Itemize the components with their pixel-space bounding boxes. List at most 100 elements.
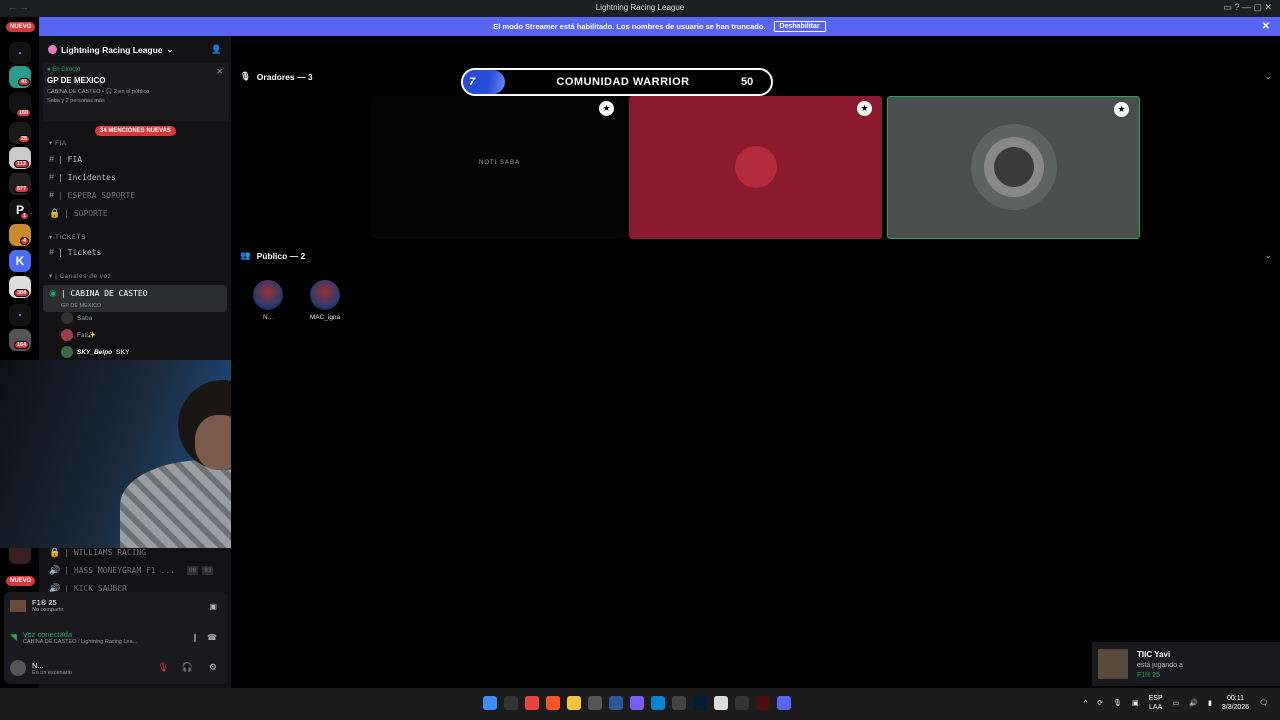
audience-header: 👥 Público — 2 [240, 250, 305, 261]
word-icon[interactable] [609, 696, 623, 710]
f1-icon[interactable] [756, 696, 770, 710]
app-icon[interactable] [672, 696, 686, 710]
category-fia[interactable]: ▾ FIA [49, 139, 67, 147]
avatar [310, 280, 340, 310]
channel-hass[interactable]: 🔊 | HASS MONEYGRAM F1 ... 00 03 [49, 565, 214, 576]
voice-user[interactable]: Saba [61, 312, 92, 324]
folder-icon[interactable]: ▪ [9, 42, 31, 64]
chevron-down-icon[interactable]: ⌄ [1264, 250, 1272, 261]
disable-streamer-button[interactable]: Deshabilitar [773, 21, 826, 32]
headset-icon[interactable]: 🎧 [182, 662, 193, 673]
voice-user[interactable]: SKY_Belpo SKY [61, 346, 129, 358]
explorer-icon[interactable] [567, 696, 581, 710]
audience-name: MAC_igna [309, 314, 341, 321]
language-indicator[interactable]: ESP LAA [1149, 694, 1163, 712]
server-badge: 164 [14, 341, 30, 349]
toast-user: TIIC Yavi [1137, 650, 1171, 659]
speaker-tile[interactable]: ★ [629, 96, 882, 239]
audience-member[interactable]: N... [248, 280, 288, 321]
channel-soporte[interactable]: 🔒 | SOPORTE [49, 208, 108, 219]
search-icon[interactable] [504, 696, 518, 710]
mic-icon[interactable]: 🎙 [1113, 699, 1122, 707]
hash-icon: # [49, 172, 55, 182]
moderator-icon: ★ [1114, 102, 1129, 117]
voice-user-name: SKY_Belpo [77, 348, 113, 356]
event-people: Saba y 2 personas más [47, 98, 105, 104]
clock-date: 3/3/2026 [1221, 704, 1250, 711]
server-badge: 577 [14, 185, 30, 193]
channel-label: | FIA [58, 154, 83, 164]
channel-cabina-de-casteo[interactable]: ◉ | CABINA DE CASTEO GP DE MEXICO [43, 285, 227, 312]
channel-espera-soporte[interactable]: # | ESPERA SOPORTE [49, 190, 135, 200]
brave-icon[interactable] [546, 696, 560, 710]
hash-icon: # [49, 247, 55, 257]
invite-icon[interactable]: 👤 [211, 44, 222, 55]
close-icon[interactable]: ✕ [216, 67, 223, 76]
start-icon[interactable] [483, 696, 497, 710]
volume-icon[interactable]: 🔊 [1189, 699, 1198, 707]
game-activity[interactable]: F1® 25 No compartir [10, 598, 63, 613]
hash-icon: # [49, 190, 55, 200]
sync-icon[interactable]: ⟳ [1097, 699, 1103, 707]
clock-time: 00:11 [1226, 695, 1244, 702]
voice-channel: CABINA DE CASTEO / Lightning Racing Lea.… [22, 639, 138, 645]
audience-member[interactable]: MAC_igna [305, 280, 345, 321]
channel-label: | CABINA DE CASTEO [60, 289, 148, 298]
mic-muted-icon[interactable]: 🎙 [158, 662, 169, 673]
guild-header[interactable]: Lightning Racing League ⌄ 👤 [39, 36, 231, 63]
display-icon[interactable]: ▭ [1173, 699, 1180, 707]
moderator-icon: ★ [857, 101, 872, 116]
moderator-icon: ★ [599, 101, 614, 116]
avatar [253, 280, 283, 310]
chevron-down-icon[interactable]: ⌄ [1264, 71, 1272, 82]
live-event-card[interactable]: ● En Directo GP DE MEXICO CABINA DE CAST… [43, 63, 229, 121]
channel-incidentes[interactable]: # | Incidentes [49, 172, 116, 182]
discord-icon[interactable] [777, 696, 791, 710]
category-label: FIA [55, 140, 67, 147]
activity-toast[interactable]: TIIC Yavi está jugando a F1® 25 [1092, 642, 1280, 686]
live-status-text: En Directo [52, 67, 81, 73]
battery-icon[interactable]: ▮ [1208, 699, 1212, 707]
category-tickets[interactable]: ▾ TICKETS [49, 233, 86, 241]
disconnect-icon[interactable]: ☎ [207, 633, 217, 642]
copilot-icon[interactable] [630, 696, 644, 710]
screen-share-icon[interactable]: ▣ [209, 602, 217, 611]
gear-icon[interactable]: ⚙ [209, 662, 217, 673]
speaker-tile[interactable]: NOTI SABA ★ [371, 96, 624, 239]
voice-connection[interactable]: ◥ Voz conectada CABINA DE CASTEO / Lightn… [10, 630, 137, 645]
edge-icon[interactable] [651, 696, 665, 710]
chevron-up-icon[interactable]: ^ [1084, 700, 1087, 707]
photoshop-icon[interactable] [693, 696, 707, 710]
channel-tickets[interactable]: # | Tickets [49, 247, 101, 257]
game-name: F1® 25 [32, 598, 57, 607]
avatar [10, 660, 26, 676]
speaker-icon: 🔊 [49, 565, 61, 575]
channel-label: | Tickets [58, 247, 102, 257]
clock[interactable]: 00:11 3/3/2026 [1222, 694, 1249, 712]
channel-fia[interactable]: # | FIA [49, 154, 82, 164]
chrome-icon[interactable] [525, 696, 539, 710]
speaker-tile-active[interactable]: ★ [887, 96, 1140, 239]
window-controls[interactable]: ▭ ? — ▢ ✕ [1223, 2, 1272, 13]
user-info[interactable]: N... En un escenario [10, 660, 72, 676]
app-icon[interactable] [588, 696, 602, 710]
category-voice[interactable]: ▾ | Canales de voz [49, 272, 111, 280]
notifications-icon[interactable]: 🗨 [1259, 699, 1268, 707]
server-badge: 160 [16, 109, 32, 117]
server-badge: 384 [14, 289, 30, 297]
avatar [61, 346, 73, 358]
mentions-badge[interactable]: 34 MENCIONES NUEVAS [95, 126, 176, 136]
new-badge: NUEVO [6, 576, 36, 586]
app-tray-icon[interactable]: ▣ [1132, 699, 1139, 707]
close-icon[interactable]: ✕ [1262, 21, 1270, 32]
avatar [61, 312, 73, 324]
app-icon[interactable] [735, 696, 749, 710]
voice-user[interactable]: Fati✨ [61, 329, 96, 341]
avatar [735, 146, 777, 188]
folder-icon[interactable]: ▪ [9, 304, 31, 326]
notepad-icon[interactable] [714, 696, 728, 710]
noise-suppression-icon[interactable]: ∥ [193, 633, 197, 642]
channel-williams[interactable]: 🔒 | WILLIAMS RACING [49, 547, 146, 558]
voice-user-name: Fati✨ [77, 332, 96, 339]
server-icon[interactable]: K [9, 250, 31, 272]
